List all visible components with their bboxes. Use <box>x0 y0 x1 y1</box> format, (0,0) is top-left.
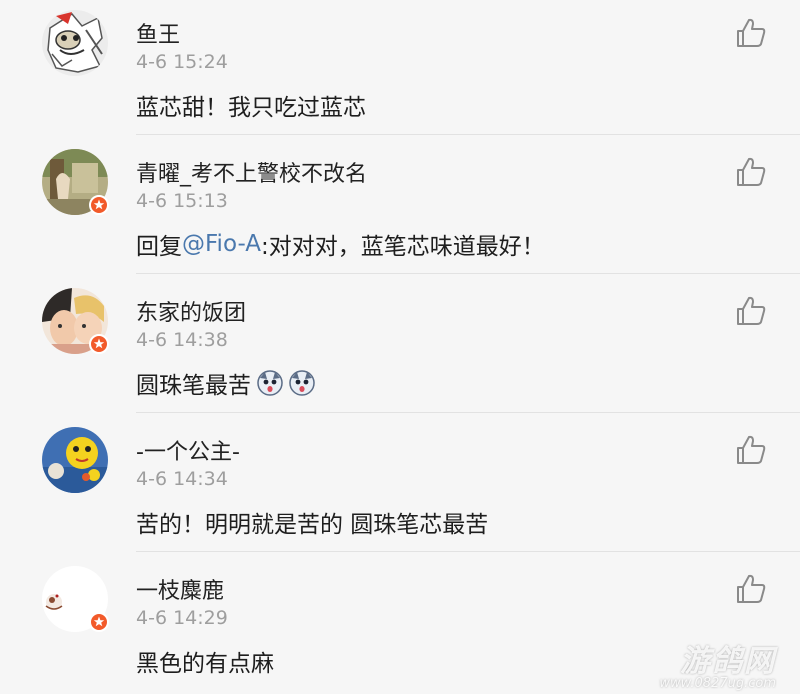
timestamp: 4-6 14:38 <box>136 329 228 351</box>
comment-text: 黑色的有点麻 <box>136 644 274 678</box>
comment-text-body: 苦的！明明就是苦的 圆珠笔芯最苦 <box>136 512 489 538</box>
username[interactable]: 鱼王 <box>136 17 180 49</box>
comment-item: 青曜_考不上警校不改名 4-6 15:13 回复 @Fio-A:对对对，蓝笔芯味道… <box>0 139 800 277</box>
thumbs-up-icon[interactable] <box>734 572 768 606</box>
comment-text-body: 蓝芯甜！我只吃过蓝芯 <box>136 95 366 121</box>
comment-text: 圆珠笔最苦 <box>136 366 315 400</box>
watermark: 游鸽网 www.0827ug.com <box>659 636 776 691</box>
thumbs-up-icon[interactable] <box>734 155 768 189</box>
username[interactable]: 东家的饭团 <box>136 295 246 327</box>
divider <box>136 551 800 552</box>
comment-text-body: 圆珠笔最苦 <box>136 373 251 399</box>
comment-item: 鱼王 4-6 15:24 蓝芯甜！我只吃过蓝芯 <box>0 0 800 138</box>
comment-text: 蓝芯甜！我只吃过蓝芯 <box>136 88 366 122</box>
surprised-dog-emoji <box>289 370 315 396</box>
thumbs-up-icon[interactable] <box>734 433 768 467</box>
comment-text-body: :对对对，蓝笔芯味道最好！ <box>260 234 545 260</box>
watermark-url: www.0827ug.com <box>659 676 776 691</box>
thumbs-up-icon[interactable] <box>734 294 768 328</box>
divider <box>136 412 800 413</box>
comment-text: 苦的！明明就是苦的 圆珠笔芯最苦 <box>136 505 488 539</box>
surprised-dog-emoji <box>257 370 283 396</box>
username[interactable]: 青曜_考不上警校不改名 <box>136 156 367 188</box>
username[interactable]: 一枝麋鹿 <box>136 573 224 605</box>
watermark-logo: 游鸽网 <box>680 644 776 679</box>
verified-badge-icon <box>89 612 109 632</box>
divider <box>136 273 800 274</box>
verified-badge-icon <box>89 334 109 354</box>
comment-item: -一个公主- 4-6 14:34 苦的！明明就是苦的 圆珠笔芯最苦 <box>0 417 800 555</box>
divider <box>136 134 800 135</box>
avatar[interactable] <box>42 427 108 493</box>
timestamp: 4-6 15:24 <box>136 51 228 73</box>
avatar[interactable] <box>42 10 108 76</box>
comment-text-body: 黑色的有点麻 <box>136 651 274 677</box>
timestamp: 4-6 14:29 <box>136 607 228 629</box>
timestamp: 4-6 14:34 <box>136 468 228 490</box>
thumbs-up-icon[interactable] <box>734 16 768 50</box>
timestamp: 4-6 15:13 <box>136 190 228 212</box>
comment-text: 回复 @Fio-A:对对对，蓝笔芯味道最好！ <box>136 227 545 261</box>
mention-link[interactable]: @Fio-A <box>182 231 261 257</box>
comment-item: 东家的饭团 4-6 14:38 圆珠笔最苦 <box>0 278 800 416</box>
verified-badge-icon <box>89 195 109 215</box>
username[interactable]: -一个公主- <box>136 434 240 466</box>
reply-prefix: 回复 <box>136 234 182 260</box>
